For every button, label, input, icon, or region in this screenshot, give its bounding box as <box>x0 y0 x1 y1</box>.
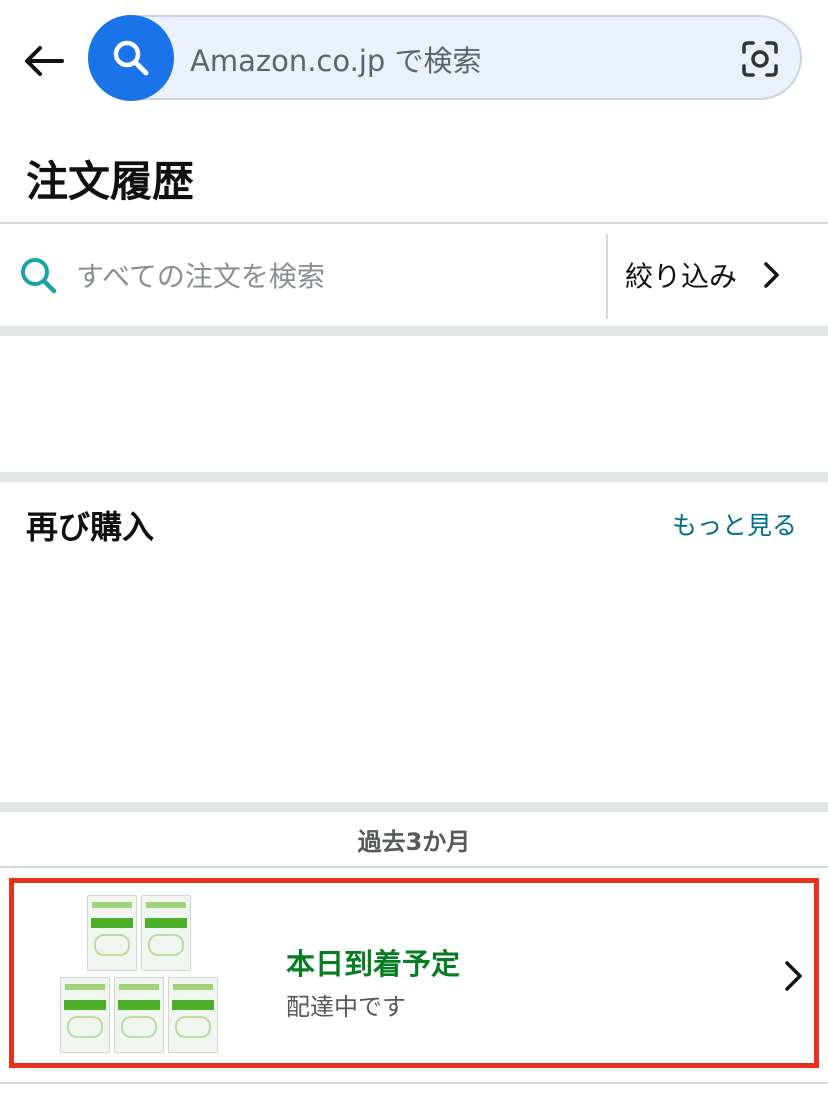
filter-label: 絞り込み <box>625 260 738 293</box>
camera-scan-icon <box>742 41 778 77</box>
section-divider <box>0 472 828 482</box>
product-thumbnail <box>114 977 164 1053</box>
divider <box>0 1082 828 1084</box>
period-header: 過去3か月 <box>0 812 828 866</box>
section-divider <box>0 802 828 812</box>
chevron-right-icon <box>764 262 779 288</box>
divider <box>0 866 828 868</box>
section-divider <box>0 326 828 336</box>
order-search-field[interactable]: すべての注文を検索 <box>0 224 606 326</box>
back-button[interactable] <box>18 36 70 86</box>
search-button[interactable] <box>88 15 174 101</box>
delivery-substatus: 配達中です <box>286 993 406 1021</box>
buy-again-title: 再び購入 <box>26 508 155 546</box>
see-more-link[interactable]: もっと見る <box>672 506 797 542</box>
camera-search-button[interactable] <box>738 37 782 81</box>
product-thumbnail <box>141 895 191 971</box>
filter-button[interactable]: 絞り込み <box>608 224 828 326</box>
chevron-right-icon <box>785 961 802 991</box>
search-icon <box>21 258 57 294</box>
product-thumbnail <box>168 977 218 1053</box>
search-input[interactable]: Amazon.co.jp で検索 <box>190 38 482 80</box>
back-arrow-icon <box>25 46 64 76</box>
product-image <box>54 895 224 1057</box>
order-card[interactable]: 本日到着予定 配達中です <box>9 878 819 1068</box>
page-title: 注文履歴 <box>26 157 195 206</box>
search-icon <box>113 40 149 76</box>
product-thumbnail <box>60 977 110 1053</box>
product-thumbnail <box>87 895 137 971</box>
delivery-status: 本日到着予定 <box>286 947 461 981</box>
order-search-placeholder: すべての注文を検索 <box>76 260 325 293</box>
